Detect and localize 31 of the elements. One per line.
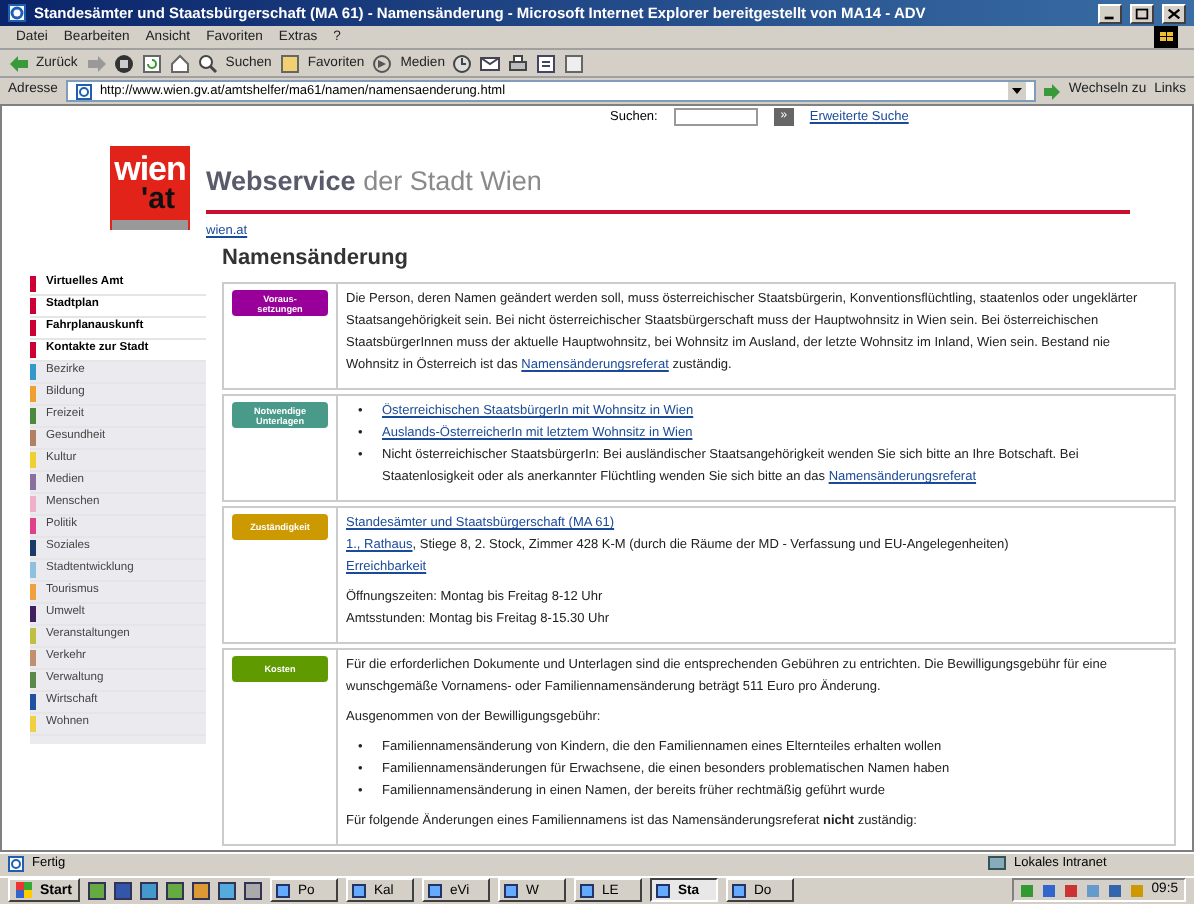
- page-title: Namensänderung: [222, 243, 410, 274]
- windows-logo-icon: [1154, 26, 1178, 49]
- browser-icon: [8, 4, 26, 23]
- site-title: Webservice der Stadt Wien: [206, 163, 544, 200]
- windows-logo-icon: [16, 882, 32, 899]
- app-icon: [579, 883, 594, 898]
- arrow-right-icon: [1044, 83, 1061, 100]
- edit-button[interactable]: [536, 53, 557, 74]
- app-icon: [503, 883, 518, 898]
- arrow-left-icon: [8, 53, 28, 74]
- dropdown-icon[interactable]: [1008, 82, 1027, 101]
- stop-button[interactable]: [113, 53, 134, 74]
- maximize-button[interactable]: [1130, 3, 1154, 24]
- close-button[interactable]: [1162, 3, 1186, 24]
- search-field[interactable]: [673, 108, 758, 127]
- wien-logo: wien 'at: [110, 145, 190, 230]
- search-icon: [197, 53, 218, 74]
- home-button[interactable]: [169, 53, 190, 74]
- app-icon: [427, 883, 442, 898]
- intranet-icon: [988, 856, 1006, 873]
- history-button[interactable]: [452, 53, 473, 74]
- mail-button[interactable]: [480, 53, 501, 74]
- print-button[interactable]: [508, 53, 529, 74]
- minimize-button[interactable]: [1098, 3, 1122, 24]
- app-icon: [655, 883, 670, 898]
- app-icon: [731, 883, 746, 898]
- media-icon: [372, 53, 393, 74]
- app-icon: [351, 883, 366, 898]
- refresh-button[interactable]: [141, 53, 162, 74]
- page-icon: [75, 83, 92, 100]
- app-icon: [275, 883, 290, 898]
